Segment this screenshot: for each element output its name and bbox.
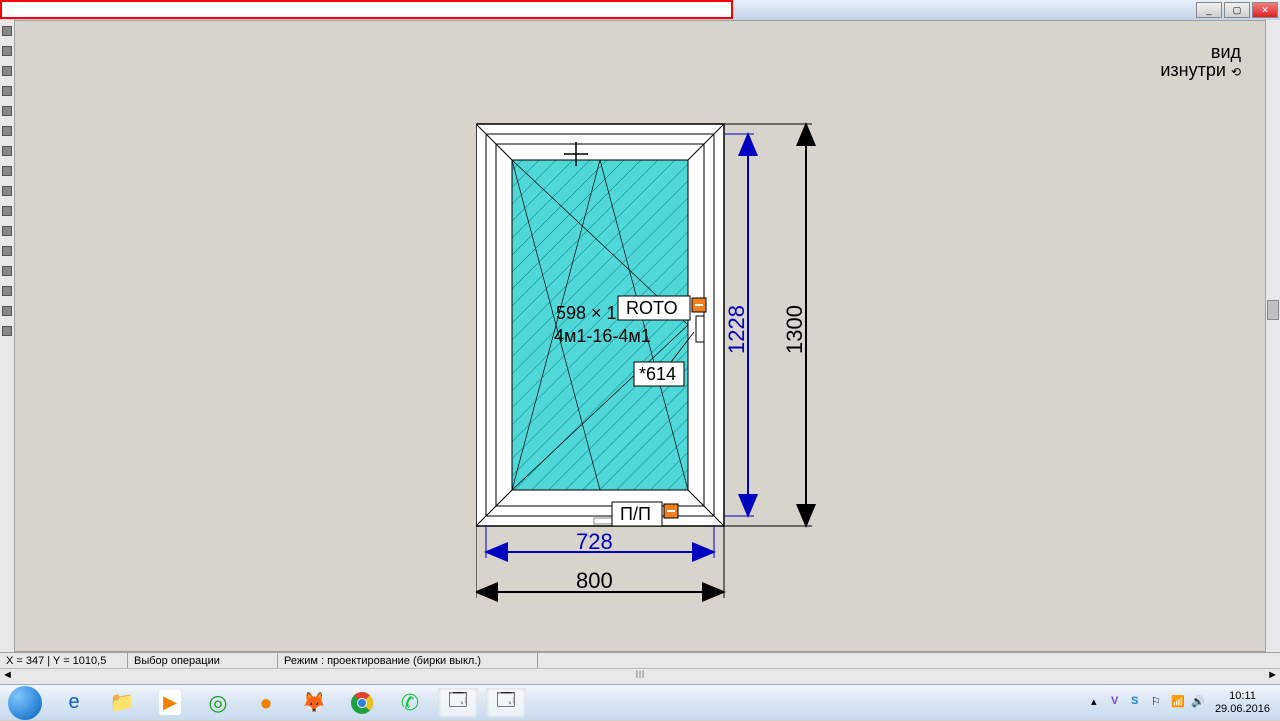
tool-13[interactable] bbox=[2, 266, 12, 276]
status-mode: Режим : проектирование (бирки выкл.) bbox=[278, 653, 538, 669]
vertical-scrollbar[interactable] bbox=[1266, 20, 1280, 652]
tool-15[interactable] bbox=[2, 306, 12, 316]
tool-8[interactable] bbox=[2, 166, 12, 176]
taskbar-whatsapp[interactable]: ✆ bbox=[390, 688, 430, 718]
tool-11[interactable] bbox=[2, 226, 12, 236]
status-operation: Выбор операции bbox=[128, 653, 278, 669]
tool-12[interactable] bbox=[2, 246, 12, 256]
tool-7[interactable] bbox=[2, 146, 12, 156]
highlighted-input-area[interactable] bbox=[0, 0, 733, 19]
dim-outer-height[interactable]: 1300 bbox=[782, 305, 807, 354]
taskbar-app-orange[interactable]: ● bbox=[246, 688, 286, 718]
glass-size-label: 598 × 1 bbox=[556, 303, 617, 323]
taskbar-wmp[interactable]: ▶ bbox=[150, 688, 190, 718]
status-bar-1: X = 347 | Y = 1010,5 Выбор операции Режи… bbox=[0, 652, 1280, 668]
taskbar-window-1[interactable]: 🗔 bbox=[438, 688, 478, 718]
tray-skype[interactable]: S bbox=[1131, 695, 1147, 711]
tool-1[interactable] bbox=[2, 26, 12, 36]
window-drawing: 598 × 1 4м1-16-4м1 ROTO *614 П/П 728 800… bbox=[476, 104, 836, 624]
tool-9[interactable] bbox=[2, 186, 12, 196]
taskbar-clock[interactable]: 10:11 29.06.2016 bbox=[1211, 690, 1274, 714]
taskbar-explorer[interactable]: 📁 bbox=[102, 688, 142, 718]
close-button[interactable]: ✕ bbox=[1252, 2, 1278, 18]
dim-inner-height[interactable]: 1228 bbox=[724, 305, 749, 354]
horizontal-scrollbar[interactable]: ◄ III ► bbox=[0, 668, 1280, 684]
view-mode-label: вид изнутри ⟲ bbox=[1160, 43, 1241, 79]
tray-show-hidden[interactable]: ▴ bbox=[1091, 695, 1107, 711]
dim-outer-width[interactable]: 800 bbox=[576, 568, 613, 593]
status-coords: X = 347 | Y = 1010,5 bbox=[0, 653, 128, 669]
svg-text:П/П: П/П bbox=[620, 504, 651, 524]
scrollbar-thumb[interactable] bbox=[1267, 300, 1279, 320]
taskbar-app-green[interactable]: ◎ bbox=[198, 688, 238, 718]
tray-viber[interactable]: V bbox=[1111, 695, 1127, 711]
taskbar-firefox[interactable]: 🦊 bbox=[294, 688, 334, 718]
glass-formula-label: 4м1-16-4м1 bbox=[554, 326, 651, 346]
tool-3[interactable] bbox=[2, 66, 12, 76]
handle-pos-badge[interactable]: *614 bbox=[634, 362, 684, 386]
system-tray: ▴ V S ⚐ 📶 🔊 10:11 29.06.2016 bbox=[1091, 690, 1280, 714]
tray-volume-icon[interactable]: 🔊 bbox=[1191, 695, 1207, 711]
tool-5[interactable] bbox=[2, 106, 12, 116]
windows-orb-icon bbox=[8, 686, 42, 720]
tray-network-icon[interactable]: 📶 bbox=[1171, 695, 1187, 711]
tool-10[interactable] bbox=[2, 206, 12, 216]
tool-14[interactable] bbox=[2, 286, 12, 296]
taskbar: e 📁 ▶ ◎ ● 🦊 ✆ 🗔 🗔 ▴ V S ⚐ 📶 🔊 10:11 29.0… bbox=[0, 684, 1280, 720]
minimize-button[interactable]: _ bbox=[1196, 2, 1222, 18]
tool-16[interactable] bbox=[2, 326, 12, 336]
tool-6[interactable] bbox=[2, 126, 12, 136]
maximize-button[interactable]: ▢ bbox=[1224, 2, 1250, 18]
start-button[interactable] bbox=[0, 685, 50, 721]
svg-text:ROTO: ROTO bbox=[626, 298, 678, 318]
svg-text:*614: *614 bbox=[639, 364, 676, 384]
window-svg: 598 × 1 4м1-16-4м1 ROTO *614 П/П 728 800… bbox=[476, 104, 836, 624]
dim-inner-width[interactable]: 728 bbox=[576, 529, 613, 554]
taskbar-chrome[interactable] bbox=[342, 688, 382, 718]
left-toolbar bbox=[0, 20, 14, 652]
taskbar-ie[interactable]: e bbox=[54, 688, 94, 718]
tool-2[interactable] bbox=[2, 46, 12, 56]
taskbar-window-2[interactable]: 🗔 bbox=[486, 688, 526, 718]
tool-4[interactable] bbox=[2, 86, 12, 96]
tray-flag-icon[interactable]: ⚐ bbox=[1151, 695, 1167, 711]
